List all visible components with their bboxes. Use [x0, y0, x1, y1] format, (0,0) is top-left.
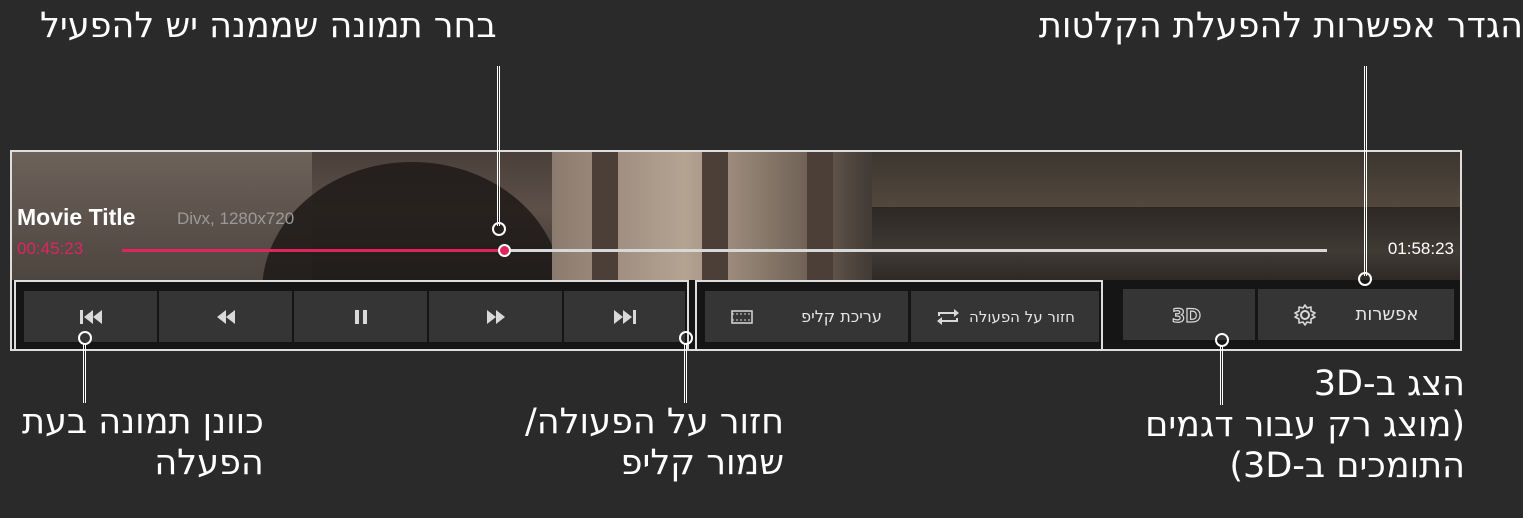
skip-previous-icon [79, 309, 103, 325]
rewind-button[interactable] [159, 291, 292, 342]
options-label: אפשרות [1355, 304, 1419, 325]
callout-line-set-options [1364, 66, 1367, 276]
video-frame-sky [872, 152, 1460, 210]
callout-dot-view-3d [1215, 333, 1229, 347]
callout-set-options: הגדר אפשרות להפעלת הקלטות [1038, 6, 1523, 46]
callout-repeat-save-line2: שמור קליפ [620, 443, 785, 483]
callout-adjust-picture-line2: הפעלה [154, 443, 264, 483]
control-bar: עריכת קליפ חזור על הפעולה 3D אפשרות [12, 280, 1460, 349]
callout-repeat-save-line1: חזור על הפעולה/ [525, 402, 785, 442]
callout-view-3d-line3: התומכים ב-3D) [1229, 446, 1465, 486]
bridge-pillar [807, 152, 833, 287]
edit-clip-button[interactable]: עריכת קליפ [705, 291, 908, 342]
clip-group: עריכת קליפ חזור על הפעולה [695, 280, 1103, 349]
callout-dot-repeat-save [679, 331, 693, 345]
video-player: Movie Title Divx, 1280x720 00:45:23 01:5… [10, 150, 1462, 351]
film-strip-icon [731, 309, 753, 324]
3d-icon-label: 3D [1172, 305, 1201, 326]
callout-adjust-picture-line1: כוונן תמונה בעת [22, 402, 264, 442]
callout-line-repeat-save [684, 343, 687, 403]
callout-view-3d-line2: (מוצג רק עבור דגמים [1145, 405, 1465, 445]
pause-button[interactable] [294, 291, 427, 342]
edit-clip-label: עריכת קליפ [801, 307, 882, 326]
repeat-icon [935, 308, 961, 326]
movie-title: Movie Title [17, 204, 136, 230]
skip-next-icon [613, 309, 637, 325]
fast-forward-button[interactable] [429, 291, 562, 342]
callout-adjust-picture: כוונן תמונה בעת הפעלה [22, 402, 264, 484]
video-frame-bridge [552, 152, 882, 287]
bridge-pillar [592, 152, 618, 287]
options-button[interactable]: אפשרות [1258, 289, 1454, 340]
progress-fill [122, 249, 504, 252]
movie-meta: Divx, 1280x720 [177, 209, 295, 228]
callout-view-3d: הצג ב-3D (מוצג רק עבור דגמים התומכים ב-3… [1010, 364, 1465, 487]
bridge-pillar [702, 152, 728, 287]
callout-line-view-3d [1220, 345, 1223, 405]
skip-next-button[interactable] [564, 291, 685, 342]
callout-dot-adjust-picture [78, 331, 92, 345]
callout-view-3d-line1: הצג ב-3D [1313, 364, 1465, 404]
time-current: 00:45:23 [17, 239, 84, 258]
rewind-icon [216, 309, 236, 325]
callout-dot-set-options [1358, 272, 1372, 286]
repeat-label: חזור על הפעולה [969, 307, 1075, 326]
callout-select-picture: בחר תמונה שממנה יש להפעיל [40, 6, 497, 46]
repeat-button[interactable]: חזור על הפעולה [911, 291, 1099, 342]
transport-group [14, 280, 689, 349]
callout-line-adjust-picture [83, 343, 86, 403]
pause-icon [354, 309, 368, 325]
3d-icon: 3D [1171, 304, 1207, 326]
time-total: 01:58:23 [1387, 239, 1454, 258]
progress-bar[interactable] [122, 244, 1327, 257]
progress-knob[interactable] [497, 244, 511, 257]
callout-dot-select-picture [492, 222, 506, 236]
gear-icon [1293, 303, 1316, 326]
callout-repeat-save: חזור על הפעולה/ שמור קליפ [525, 402, 784, 484]
callout-line-select-picture [497, 66, 500, 226]
view-3d-button[interactable]: 3D [1123, 289, 1255, 340]
fast-forward-icon [486, 309, 506, 325]
